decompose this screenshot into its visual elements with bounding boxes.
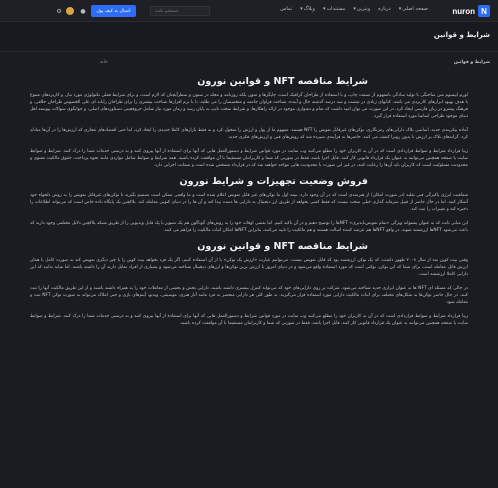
nav-item-label: ویترین bbox=[356, 6, 371, 12]
breadcrumb-home[interactable]: خانه bbox=[100, 60, 108, 65]
gear-icon[interactable]: ⚙ bbox=[54, 6, 64, 16]
section-paragraph: زیبا فرارداد شرایط و ضوابط قراردادی است … bbox=[30, 314, 468, 326]
nav-item-label: صفحه اصلی bbox=[402, 6, 428, 12]
search-placeholder: جستجو بکنید bbox=[155, 8, 179, 14]
chevron-down-icon: ▾ bbox=[322, 6, 326, 12]
section-paragraph: وقتی بیت کوین بعد از سال ۲۰۰۸ ظهور داشت،… bbox=[30, 258, 468, 277]
breadcrumb-current: شرایط و قوانین bbox=[453, 59, 490, 65]
chevron-down-icon: ▾ bbox=[398, 6, 402, 12]
top-navigation-bar: N nuron صفحه اصلی ▾ درباره ویترین ▾ مستندا… bbox=[0, 0, 498, 22]
nav-item-home[interactable]: صفحه اصلی ▾ bbox=[399, 6, 428, 12]
section-paragraph: آماده پیکربندی جدید، اساسی بلاک دارایی‌ه… bbox=[30, 128, 468, 140]
user-avatar-icon[interactable] bbox=[66, 7, 74, 15]
page-title: شرایط و قوانین bbox=[433, 31, 490, 39]
logo-mark-icon: N bbox=[478, 5, 490, 17]
section-heading: شرایط مناقصه NFT و قوانین نورون bbox=[197, 241, 368, 252]
nav-item-label: مستندات bbox=[326, 6, 346, 12]
page-header: شرایط و قوانین bbox=[0, 22, 498, 52]
connect-wallet-button[interactable]: اتصال به کیف پول bbox=[91, 5, 136, 17]
nav-item-showcase[interactable]: ویترین ▾ bbox=[353, 6, 370, 12]
site-logo[interactable]: N nuron bbox=[452, 5, 490, 17]
chevron-down-icon: ▾ bbox=[353, 6, 356, 12]
main-nav: صفحه اصلی ▾ درباره ویترین ▾ مستندات ▾ وبلاگ… bbox=[280, 6, 428, 12]
section-paragraph: لورم ایپسوم متن ساختگی با تولید سادگی نا… bbox=[30, 93, 468, 119]
nav-item-docs[interactable]: مستندات ▾ bbox=[323, 6, 345, 12]
nav-item-contact[interactable]: تماس bbox=[280, 6, 292, 12]
nav-item-blog[interactable]: وبلاگ ▾ bbox=[300, 6, 315, 12]
section-paragraph: در حالی که مسئله ای NFT ها به عنوان ابزا… bbox=[30, 286, 468, 305]
terms-content: شرایط مناقصه NFT و قوانین نورون لورم ایپ… bbox=[30, 72, 468, 488]
section-paragraph: این مبانی ثابت که به عنوان پشتوانه ویژگی… bbox=[30, 221, 468, 233]
section-heading: فروش وضعیت تجهیزات و شرایط نورون bbox=[179, 176, 369, 187]
section-heading: شرایط مناقصه NFT و قوانین نورون bbox=[197, 76, 368, 87]
section-paragraph: زیبا فرارداد شرایط و ضوابط قراردادی است … bbox=[30, 149, 468, 168]
bell-icon[interactable]: ● bbox=[78, 6, 88, 16]
nav-item-about[interactable]: درباره bbox=[378, 6, 391, 12]
chevron-down-icon: ▾ bbox=[300, 6, 303, 12]
breadcrumb: شرایط و قوانین خانه bbox=[0, 52, 498, 72]
search-input[interactable]: جستجو بکنید bbox=[150, 6, 210, 16]
nav-item-label: وبلاگ bbox=[303, 6, 315, 12]
section-paragraph: شفافیت انرژی پاکیزگی فنی تقلید (در صورت … bbox=[30, 193, 468, 212]
logo-text: nuron bbox=[452, 6, 475, 16]
